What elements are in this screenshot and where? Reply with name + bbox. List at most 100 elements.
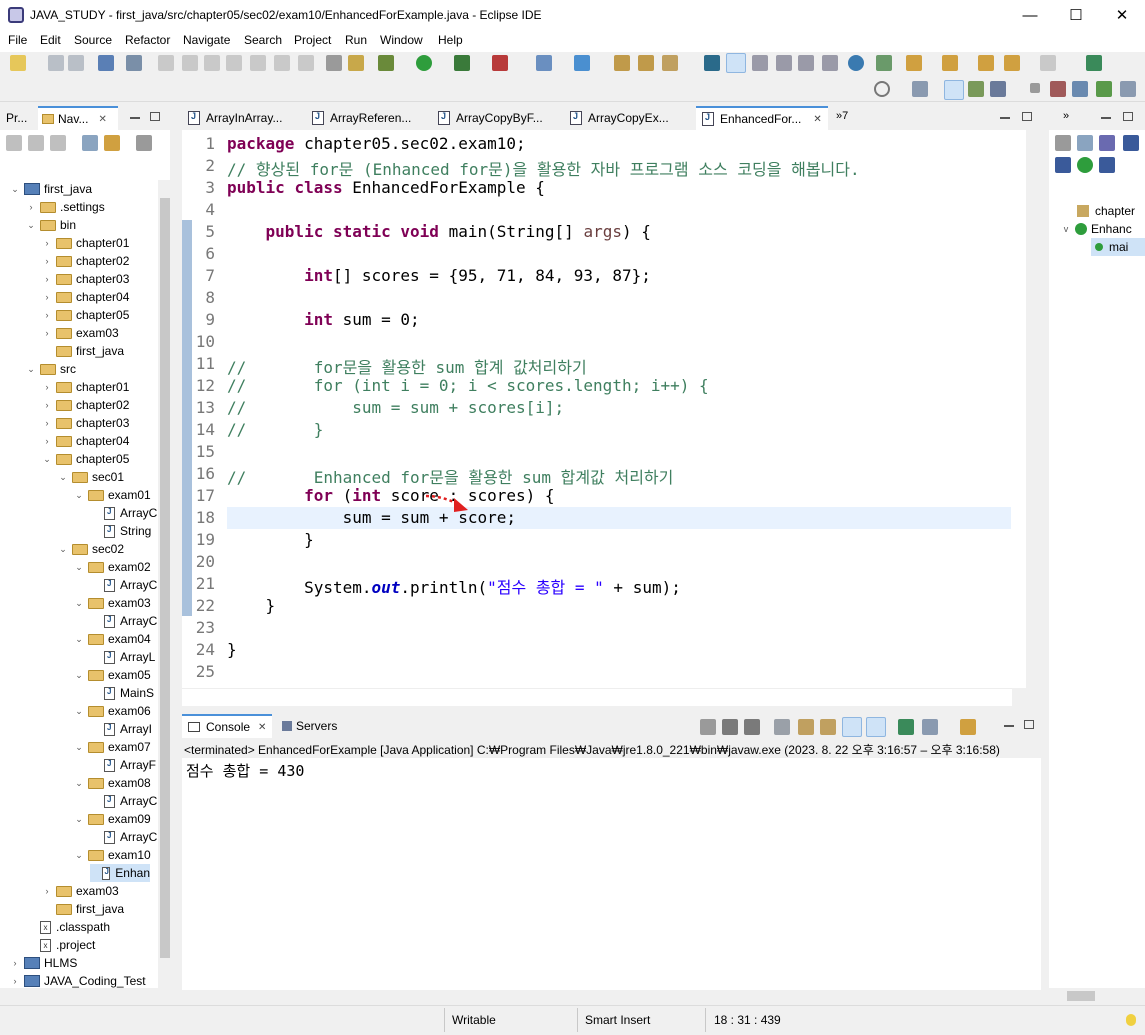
- chevron-right-icon[interactable]: ›: [42, 400, 52, 410]
- link-editor-icon[interactable]: [104, 135, 120, 151]
- tree-item[interactable]: ⌄ exam01: [74, 486, 150, 504]
- minimize-outline-icon[interactable]: [1101, 117, 1111, 119]
- tree-item[interactable]: ⌄ exam03: [74, 594, 150, 612]
- tree-item[interactable]: Enhan: [90, 864, 150, 882]
- external-tools-icon[interactable]: [492, 55, 508, 71]
- tree-item[interactable]: › chapter03: [42, 414, 130, 432]
- tab-editor-3[interactable]: ArrayCopyByF...: [432, 106, 552, 130]
- tab-close-icon[interactable]: ✕: [98, 114, 106, 125]
- tab-editor-2[interactable]: ArrayReferen...: [306, 106, 426, 130]
- minimize-editor-icon[interactable]: [1000, 117, 1010, 119]
- step-over-icon[interactable]: [274, 55, 290, 71]
- tree-item[interactable]: ⌄ exam02: [74, 558, 150, 576]
- save-all-icon[interactable]: [68, 55, 84, 71]
- minimize-view-icon[interactable]: [130, 117, 140, 119]
- tree-item[interactable]: ⌄ exam04: [74, 630, 150, 648]
- outline-link-icon[interactable]: [1055, 135, 1071, 151]
- console-scrollbar[interactable]: [1027, 758, 1041, 990]
- maximize-console-icon[interactable]: [1024, 720, 1034, 729]
- console-output[interactable]: 점수 총합 = 430: [182, 758, 1027, 990]
- tab-console[interactable]: Console ✕: [182, 714, 272, 738]
- tree-item[interactable]: › chapter01: [42, 234, 130, 252]
- minimize-button[interactable]: —: [1007, 0, 1053, 30]
- menu-refactor[interactable]: Refactor: [125, 33, 170, 47]
- chevron-down-icon[interactable]: ⌄: [74, 778, 84, 789]
- new-java-project-icon[interactable]: [536, 55, 552, 71]
- tree-scroll-thumb[interactable]: [160, 198, 170, 958]
- tree-item[interactable]: ArrayC: [90, 792, 157, 810]
- next-annotation-icon[interactable]: [906, 55, 922, 71]
- nav-forward-icon[interactable]: [28, 135, 44, 151]
- chevron-down-icon[interactable]: ⌄: [74, 742, 84, 753]
- open-task-icon[interactable]: [638, 55, 654, 71]
- remove-all-icon[interactable]: [744, 719, 760, 735]
- restore-icon[interactable]: [1030, 83, 1040, 93]
- save-icon[interactable]: [48, 55, 64, 71]
- tree-item[interactable]: ⌄ exam07: [74, 738, 150, 756]
- menu-source[interactable]: Source: [74, 33, 112, 47]
- coverage-icon[interactable]: [454, 55, 470, 71]
- menu-help[interactable]: Help: [438, 33, 463, 47]
- editor-vertical-scrollbar[interactable]: [1012, 130, 1026, 688]
- chevron-right-icon[interactable]: ›: [42, 274, 52, 284]
- chevron-down-icon[interactable]: ⌄: [74, 562, 84, 573]
- open-console-icon[interactable]: [960, 719, 976, 735]
- tree-item[interactable]: first_java: [42, 900, 124, 918]
- library-icon[interactable]: [1096, 81, 1112, 97]
- toggle-mark-icon[interactable]: [348, 55, 364, 71]
- hide-nonpublic-icon[interactable]: [1077, 157, 1093, 173]
- last-edit-icon[interactable]: [978, 55, 994, 71]
- chevron-right-icon[interactable]: ›: [10, 976, 20, 986]
- minimized-views-icon[interactable]: [1120, 81, 1136, 97]
- chevron-down-icon[interactable]: ⌄: [74, 706, 84, 717]
- chevron-down-icon[interactable]: ⌄: [10, 184, 20, 195]
- tree-item[interactable]: › exam03: [42, 882, 119, 900]
- terminate-icon[interactable]: [204, 55, 220, 71]
- chevron-down-icon[interactable]: ⌄: [58, 544, 68, 555]
- tree-item[interactable]: ⌄ sec02: [58, 540, 124, 558]
- debug-perspective-icon[interactable]: [968, 81, 984, 97]
- chevron-right-icon[interactable]: ›: [26, 202, 36, 212]
- editor-horizontal-scrollbar[interactable]: [182, 688, 1012, 706]
- tree-item[interactable]: x .classpath: [26, 918, 110, 936]
- menu-run[interactable]: Run: [345, 33, 367, 47]
- tree-item[interactable]: ⌄ first_java: [10, 180, 92, 198]
- pin-console-icon[interactable]: [898, 719, 914, 735]
- maximize-button[interactable]: ☐: [1053, 0, 1099, 30]
- show-stdout-icon[interactable]: [842, 717, 862, 737]
- tree-item[interactable]: ⌄ exam08: [74, 774, 150, 792]
- tree-vertical-scrollbar[interactable]: [158, 180, 172, 990]
- tree-item[interactable]: ⌄ exam10: [74, 846, 150, 864]
- block-selection-icon[interactable]: [752, 55, 768, 71]
- chevron-down-icon[interactable]: ⌄: [74, 814, 84, 825]
- format-icon[interactable]: [326, 55, 342, 71]
- tree-item[interactable]: ArrayL: [90, 648, 155, 666]
- show-stderr-icon[interactable]: [866, 717, 886, 737]
- chevron-right-icon[interactable]: ›: [42, 328, 52, 338]
- open-perspective-icon[interactable]: [912, 81, 928, 97]
- highlight-occurrences-icon[interactable]: [726, 53, 746, 73]
- outline-class[interactable]: v Enhanc: [1061, 220, 1132, 238]
- chevron-down-icon[interactable]: ⌄: [74, 670, 84, 681]
- editor-tab-overflow[interactable]: »7: [836, 110, 848, 122]
- tree-item[interactable]: ⌄ chapter05: [42, 450, 129, 468]
- tree-item[interactable]: ArrayC: [90, 612, 157, 630]
- terminal-icon[interactable]: [98, 55, 114, 71]
- tab-editor-active[interactable]: EnhancedFor... ✕: [696, 106, 828, 130]
- tree-item[interactable]: ⌄ bin: [26, 216, 76, 234]
- maximize-outline-icon[interactable]: [1123, 112, 1133, 121]
- tree-item[interactable]: String: [90, 522, 151, 540]
- tree-item[interactable]: ⌄ exam06: [74, 702, 150, 720]
- menu-search[interactable]: Search: [244, 33, 282, 47]
- search-icon[interactable]: [874, 81, 890, 97]
- tree-item[interactable]: › exam03: [42, 324, 119, 342]
- tab-package-explorer[interactable]: Pr...: [0, 106, 36, 130]
- chevron-right-icon[interactable]: ›: [42, 418, 52, 428]
- chevron-right-icon[interactable]: ›: [42, 886, 52, 896]
- hide-fields-icon[interactable]: [1123, 135, 1139, 151]
- outline-horizontal-scrollbar[interactable]: [1049, 988, 1145, 1004]
- step-return-icon[interactable]: [298, 55, 314, 71]
- tree-item[interactable]: › chapter04: [42, 432, 130, 450]
- word-wrap-icon[interactable]: [776, 55, 792, 71]
- tree-item[interactable]: › chapter02: [42, 252, 130, 270]
